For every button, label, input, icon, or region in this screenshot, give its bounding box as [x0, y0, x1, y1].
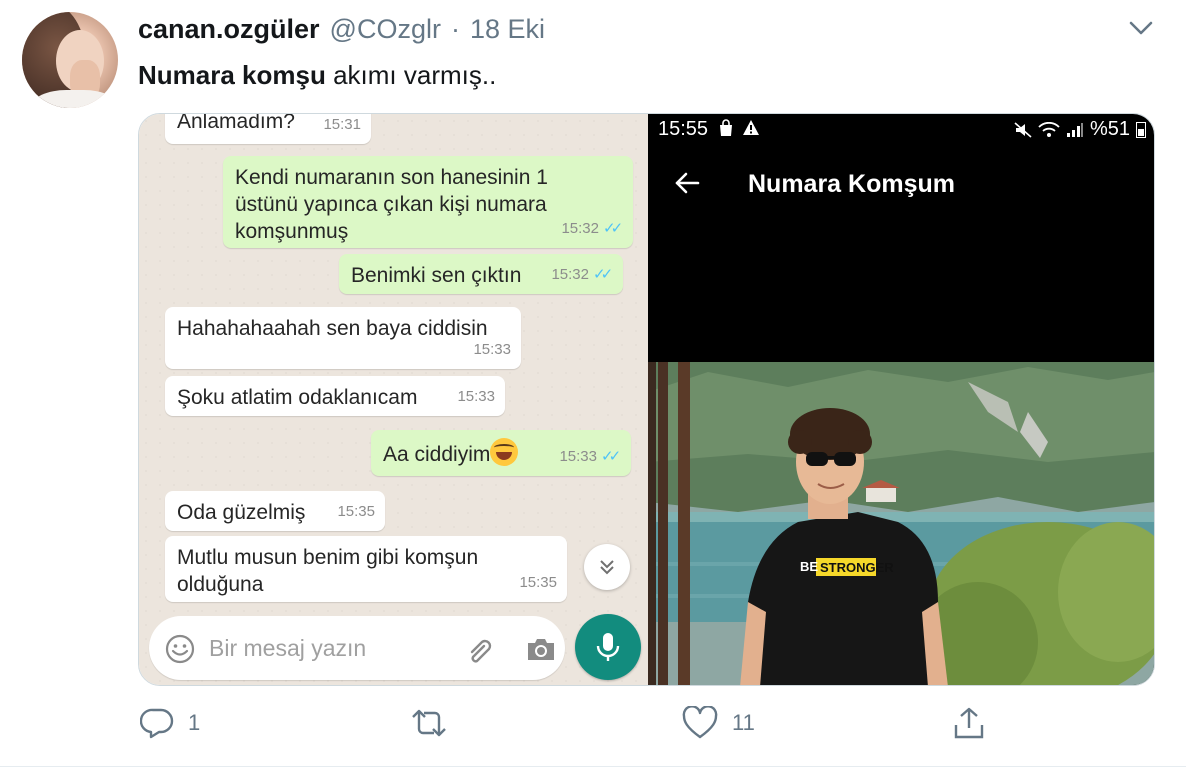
share-icon	[954, 707, 984, 739]
scroll-to-bottom-button[interactable]	[584, 544, 630, 590]
emoji-icon[interactable]	[165, 634, 195, 664]
reply-icon	[140, 708, 174, 739]
retweet-button[interactable]	[410, 706, 448, 740]
message-text: Hahahahaahah sen baya ciddisin	[177, 317, 488, 340]
chat-message-outgoing: Kendi numaranın son hanesinin 1 üstünü y…	[223, 156, 633, 248]
message-meta: 15:32 ✓✓	[551, 261, 613, 288]
heart-icon	[682, 706, 718, 739]
message-input-bar[interactable]: Bir mesaj yazın	[149, 616, 565, 680]
battery-icon	[1136, 121, 1146, 138]
chat-message-incoming: Anlamadım? 15:31	[165, 114, 371, 144]
message-time: 15:33	[559, 448, 597, 465]
double-chevron-down-icon	[600, 560, 614, 575]
message-time: 15:31	[323, 116, 361, 133]
contact-profile-screenshot[interactable]: 15:55 %51 Numara Komşum BE STRONGER	[648, 114, 1154, 685]
avatar-shirt	[32, 90, 118, 108]
tears-of-joy-emoji-icon	[490, 438, 519, 466]
message-text: Mutlu musun benim gibi komşun olduğuna	[177, 546, 479, 596]
message-meta: 15:33	[473, 336, 511, 363]
message-text: Benimki sen çıktın	[351, 264, 522, 287]
shirt-print-text: STRONGER	[820, 560, 894, 575]
retweet-icon	[412, 709, 446, 737]
message-time: 15:32	[551, 266, 589, 283]
chat-message-incoming: Şoku atlatim odaklanıcam 15:33	[165, 376, 505, 416]
status-time: 15:55	[658, 118, 709, 140]
author-display-name[interactable]: canan.ozgüler	[138, 14, 320, 45]
message-time: 15:35	[519, 574, 557, 591]
tweet-media[interactable]: Anlamadım? 15:31 Kendi numaranın son han…	[138, 113, 1155, 686]
message-text: Anlamadım?	[177, 114, 295, 133]
contact-name-title: Numara Komşum	[748, 170, 955, 198]
tweet-actions: 1 11	[0, 706, 1186, 746]
chevron-down-icon[interactable]	[1128, 18, 1154, 38]
shirt-print-prefix: BE	[800, 559, 819, 574]
message-time: 15:35	[337, 503, 375, 520]
tweet-text-rest: akımı varmış..	[325, 60, 497, 90]
mute-icon	[1014, 121, 1032, 138]
read-ticks-icon: ✓✓	[603, 220, 623, 237]
phone-status-bar: 15:55 %51	[648, 114, 1154, 144]
chat-message-incoming: Mutlu musun benim gibi komşun olduğuna 1…	[165, 536, 567, 602]
like-count: 11	[732, 710, 755, 735]
divider	[0, 766, 1186, 767]
contact-profile-photo[interactable]: BE STRONGER	[648, 362, 1154, 685]
message-text: Şoku atlatim odaklanıcam	[177, 386, 418, 409]
tweet-date[interactable]: 18 Eki	[470, 14, 545, 45]
like-button[interactable]: 11	[682, 706, 755, 740]
chat-screenshot[interactable]: Anlamadım? 15:31 Kendi numaranın son han…	[139, 114, 648, 685]
camera-icon[interactable]	[525, 635, 557, 663]
chat-message-incoming: Hahahahaahah sen baya ciddisin 15:33	[165, 307, 521, 369]
message-text: Oda güzelmiş	[177, 501, 306, 524]
message-meta: 15:32 ✓✓	[561, 215, 623, 242]
signal-icon	[1066, 122, 1083, 137]
message-meta: 15:33	[457, 383, 495, 410]
message-meta: 15:31	[323, 114, 361, 138]
message-time: 15:32	[561, 220, 599, 237]
message-meta: 15:33 ✓✓	[559, 443, 621, 470]
message-text: Aa ciddiyim	[383, 443, 491, 466]
wifi-icon	[1038, 121, 1060, 137]
author-handle[interactable]: @COzglr	[330, 14, 441, 45]
microphone-icon	[596, 633, 620, 661]
message-time: 15:33	[457, 388, 495, 405]
chat-message-outgoing: Benimki sen çıktın 15:32 ✓✓	[339, 254, 623, 294]
shopping-bag-icon	[720, 119, 732, 136]
status-right-icons: %51	[1014, 118, 1146, 141]
message-meta: 15:35	[519, 569, 557, 596]
message-text: Kendi numaranın son hanesinin 1 üstünü y…	[235, 166, 548, 243]
message-time: 15:33	[473, 341, 511, 358]
chat-message-incoming: Oda güzelmiş 15:35	[165, 491, 385, 531]
separator-dot: ·	[450, 14, 460, 44]
message-input[interactable]: Bir mesaj yazın	[209, 635, 366, 662]
reply-button[interactable]: 1	[140, 706, 200, 740]
tweet-text-bold: Numara komşu	[138, 60, 326, 90]
read-ticks-icon: ✓✓	[601, 448, 621, 465]
share-button[interactable]	[952, 706, 986, 740]
read-ticks-icon: ✓✓	[593, 266, 613, 283]
chat-message-outgoing: Aa ciddiyim 15:33 ✓✓	[371, 430, 631, 476]
attachment-paperclip-icon[interactable]	[463, 633, 497, 667]
reply-count: 1	[188, 710, 201, 735]
message-meta: 15:35	[337, 498, 375, 525]
tweet-text: Numara komşu akımı varmış..	[138, 60, 496, 91]
back-arrow-icon[interactable]	[674, 170, 700, 196]
author-avatar[interactable]	[22, 12, 118, 108]
voice-message-button[interactable]	[575, 614, 641, 680]
tweet-header: canan.ozgüler @COzglr · 18 Eki	[138, 14, 545, 45]
status-left-icons	[718, 119, 760, 137]
warning-icon	[743, 120, 759, 135]
battery-percent: %51	[1089, 118, 1130, 140]
